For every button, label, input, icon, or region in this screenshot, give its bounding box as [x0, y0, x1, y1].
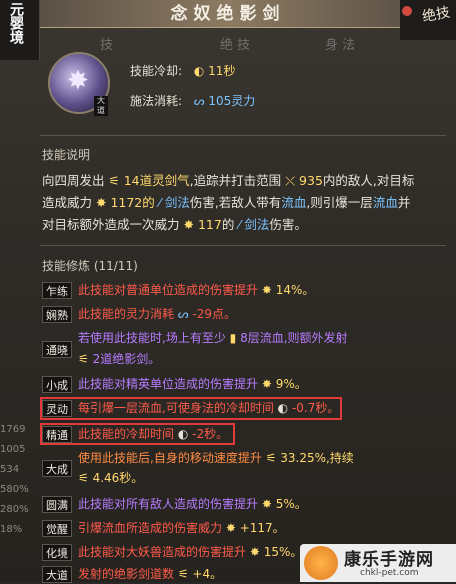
- skill-title-bar: 念奴绝影剑: [40, 0, 416, 28]
- cost-label: 施法消耗:: [130, 94, 183, 108]
- tier-tag: 大成: [42, 460, 72, 477]
- divider: [40, 135, 446, 136]
- bg-tab-2: 绝 技: [220, 38, 251, 53]
- tier-tag: 灵动: [42, 400, 72, 417]
- skill-icon-tag: 大道: [94, 96, 108, 116]
- watermark-title: 康乐手游网: [344, 550, 434, 570]
- training-line: 此技能对普通单位造成的伤害提升 ✸ 14%。: [78, 283, 315, 297]
- side-stats: 1769 1005 534 580% 280% 18%: [0, 420, 36, 540]
- training-line: 每引爆一层流血,可使身法的冷却时间 ◐ -0.7秒。: [78, 401, 340, 415]
- tier-tag: 觉醒: [42, 520, 72, 537]
- tier-tag: 大道: [42, 566, 72, 583]
- tier-tag: 化境: [42, 544, 72, 561]
- training-line: ⚟ 2道绝影剑。: [78, 352, 161, 366]
- training-line: 此技能对所有敌人造成的伤害提升 ✸ 5%。: [78, 497, 307, 511]
- side-stat: 580%: [0, 484, 29, 495]
- skill-type-label: 绝技: [420, 4, 452, 26]
- training-line: ⚟ 4.46秒。: [78, 471, 144, 485]
- training-line: 发射的绝影剑道数 ⚟ +4。: [78, 567, 223, 581]
- training-line: 引爆流血所造成的伤害威力 ✸ +117。: [78, 521, 285, 535]
- watermark-logo-icon: [304, 546, 338, 580]
- tier-tag: 精通: [42, 426, 72, 443]
- realm-label: 元婴境: [8, 2, 24, 44]
- tier-tag: 乍练: [42, 282, 72, 299]
- bg-tab-1: 技: [100, 38, 114, 53]
- side-stat: 1005: [0, 444, 26, 455]
- tier-tag: 娴熟: [42, 306, 72, 323]
- side-stat: 1769: [0, 424, 26, 435]
- badge-dot-icon: [402, 6, 412, 16]
- star-burst-icon: ✸: [67, 66, 89, 96]
- description-title: 技能说明: [42, 148, 91, 162]
- tier-tag: 通晓: [42, 341, 72, 358]
- realm-sidebar: 元婴境: [0, 0, 40, 60]
- tier-tag: 小成: [42, 376, 72, 393]
- training-title: 技能修炼 (11/11): [42, 259, 138, 273]
- training-line: 此技能的冷却时间 ◐ -2秒。: [78, 427, 229, 441]
- cooldown-value: ◐ 11秒: [193, 64, 236, 78]
- training-line: 此技能对精英单位造成的伤害提升 ✸ 9%。: [78, 377, 307, 391]
- divider: [40, 245, 446, 246]
- cooldown-label: 技能冷却:: [130, 64, 183, 78]
- watermark: 康乐手游网 chkl-pet.com: [300, 544, 456, 582]
- training-line: 此技能的灵力消耗 ᔕ -29点。: [78, 307, 236, 321]
- skill-description: 向四周发出 ⚟ 14道灵剑气,追踪并打击范围 ⤬ 935内的敌人,对目标造成威力…: [42, 173, 415, 232]
- background-tabs: 技 绝 技 身 法: [80, 34, 450, 56]
- side-stat: 18%: [0, 524, 23, 535]
- side-stat: 280%: [0, 504, 29, 515]
- training-line: 使用此技能后,自身的移动速度提升 ⚟ 33.25%,持续: [78, 451, 354, 465]
- skill-title: 念奴绝影剑: [170, 4, 286, 24]
- watermark-url: chkl-pet.com: [360, 568, 419, 578]
- training-line: 若使用此技能时,场上有至少 ▮ 8层流血,则额外发射: [78, 331, 348, 345]
- cost-value: ᔕ 105灵力: [193, 94, 256, 108]
- bg-tab-3: 身 法: [325, 38, 356, 53]
- tier-tag: 圆满: [42, 496, 72, 513]
- cost-row: 施法消耗: ᔕ 105灵力: [130, 92, 255, 109]
- cooldown-row: 技能冷却: ◐ 11秒: [130, 62, 235, 79]
- training-line: 此技能对大妖兽造成的伤害提升 ✸ 15%。: [78, 545, 303, 559]
- side-stat: 534: [0, 464, 20, 475]
